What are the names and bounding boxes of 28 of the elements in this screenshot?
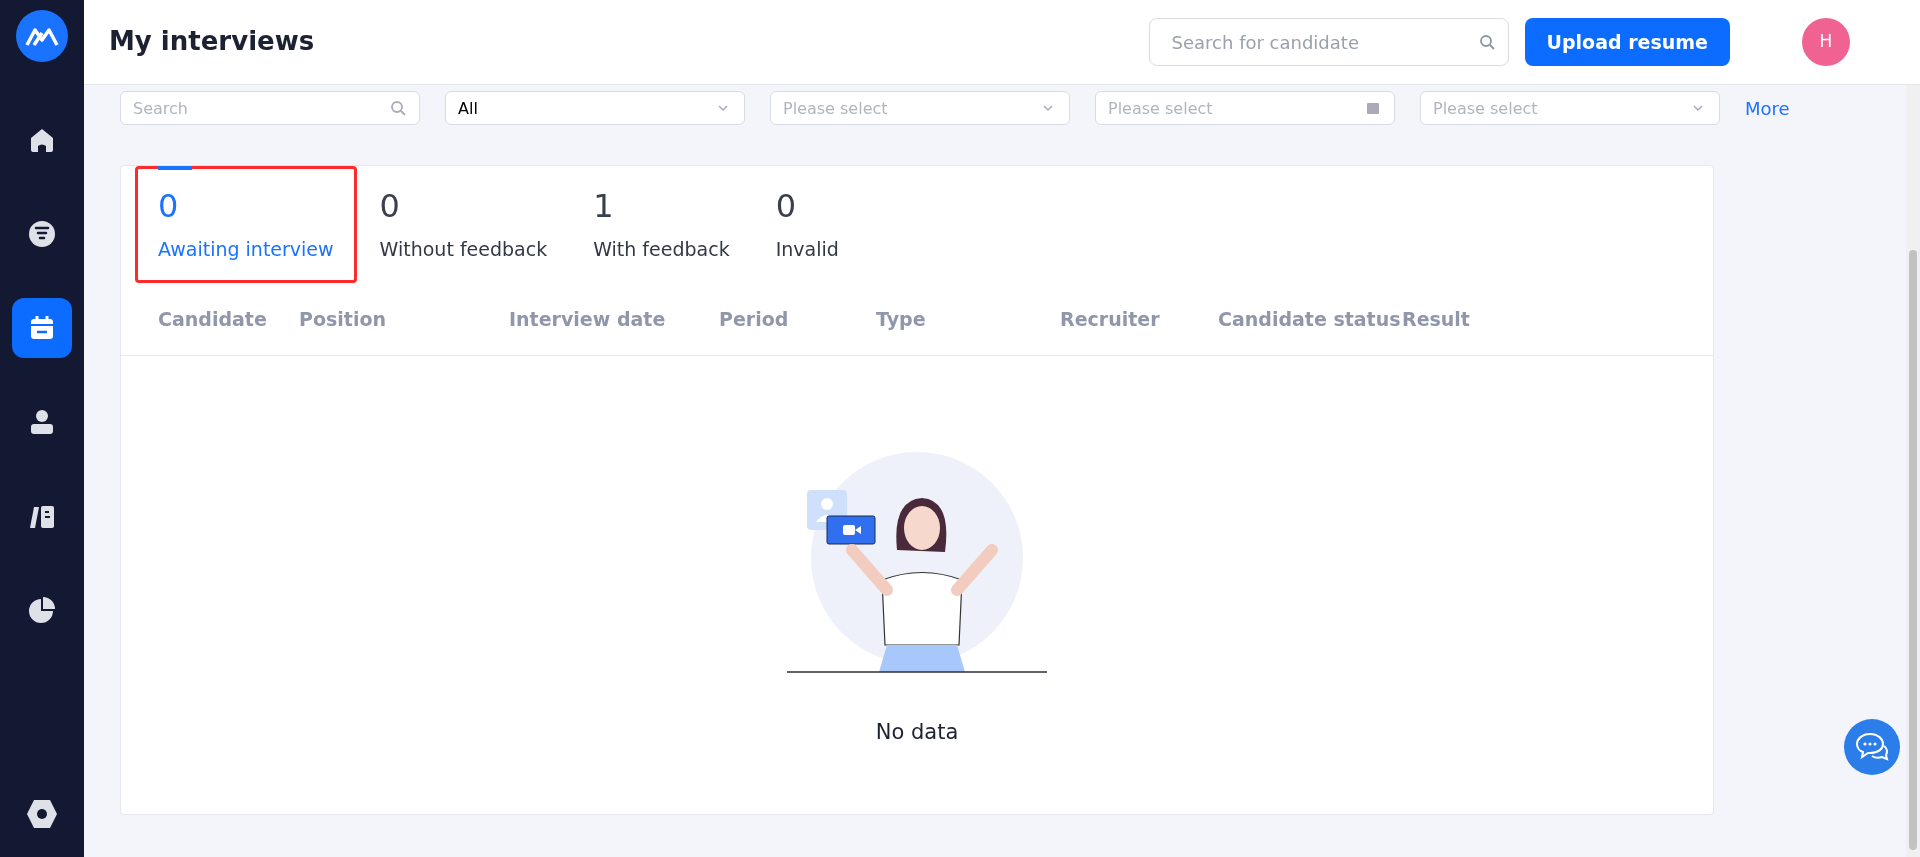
column-header: Period: [719, 306, 790, 332]
empty-message: No data: [875, 719, 959, 747]
status-tab[interactable]: 1 With feedback: [570, 166, 753, 283]
select-field[interactable]: Please select: [770, 91, 1070, 125]
search-field[interactable]: Search: [120, 91, 420, 125]
scrollbar[interactable]: [1906, 85, 1920, 857]
search-field[interactable]: Search for candidate: [1148, 18, 1509, 66]
column-header: Recruiter: [1060, 306, 1161, 332]
status-tab[interactable]: 0 Without feedback: [356, 166, 571, 283]
search-icon: [390, 100, 406, 116]
more-link[interactable]: More: [1745, 94, 1790, 122]
column-header: Candidate: [158, 306, 268, 332]
column-header: Position: [299, 306, 387, 332]
column-header: Interview date: [509, 306, 667, 332]
chat-icon[interactable]: [1844, 719, 1900, 775]
select-field[interactable]: All: [445, 91, 745, 125]
column-header: Type: [876, 306, 927, 332]
select-field[interactable]: Please select: [1420, 91, 1720, 125]
upload-resume-button[interactable]: Upload resume: [1524, 18, 1730, 66]
logo-icon: [16, 10, 68, 62]
column-header: Result: [1402, 306, 1471, 332]
status-tab[interactable]: 0 Invalid: [752, 166, 873, 283]
date-field[interactable]: Please select: [1095, 91, 1395, 125]
search-icon: [1478, 34, 1495, 50]
settings-icon[interactable]: [26, 799, 58, 829]
column-header: Candidate status: [1218, 306, 1402, 332]
page-title: My interviews: [109, 26, 315, 58]
status-tab[interactable]: 0 Awaiting interview: [135, 166, 357, 283]
